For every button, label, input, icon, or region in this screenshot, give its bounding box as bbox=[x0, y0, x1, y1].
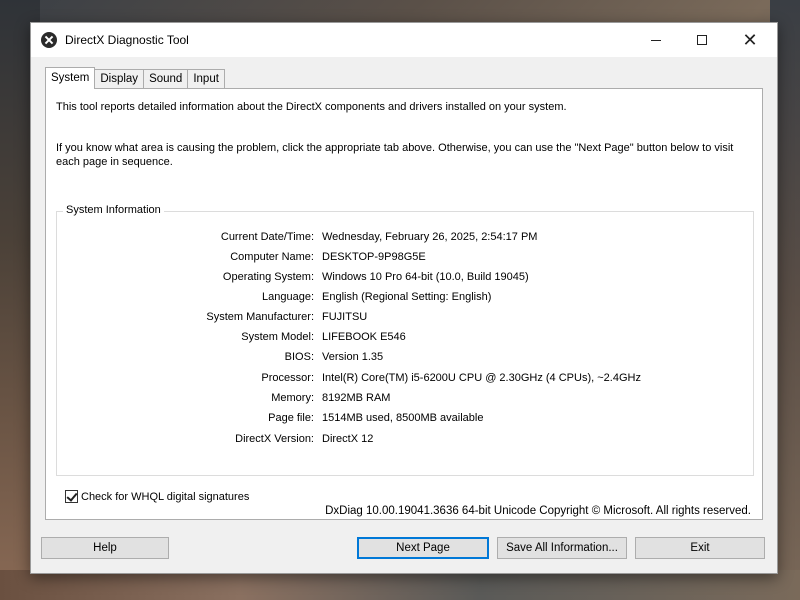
whql-checkbox-label: Check for WHQL digital signatures bbox=[81, 490, 250, 503]
info-label: DirectX Version: bbox=[235, 433, 314, 445]
copyright-text: DxDiag 10.00.19041.3636 64-bit Unicode C… bbox=[325, 505, 751, 517]
info-value: DirectX 12 bbox=[322, 433, 374, 445]
help-button[interactable]: Help bbox=[41, 537, 169, 559]
info-label: Computer Name: bbox=[230, 251, 314, 263]
desktop-background-bottom bbox=[0, 570, 800, 600]
info-label: System Model: bbox=[241, 331, 314, 343]
info-label: Processor: bbox=[261, 372, 314, 384]
info-label: Memory: bbox=[271, 392, 314, 404]
info-value: Wednesday, February 26, 2025, 2:54:17 PM bbox=[322, 231, 538, 243]
info-value: Intel(R) Core(TM) i5-6200U CPU @ 2.30GHz… bbox=[322, 372, 641, 384]
info-label: Language: bbox=[262, 291, 314, 303]
window-title: DirectX Diagnostic Tool bbox=[65, 33, 189, 47]
tab-sound[interactable]: Sound bbox=[143, 69, 189, 89]
exit-button[interactable]: Exit bbox=[635, 537, 765, 559]
info-value: 8192MB RAM bbox=[322, 392, 391, 404]
tab-system[interactable]: System bbox=[45, 67, 96, 89]
minimize-button[interactable] bbox=[633, 23, 679, 57]
info-value: 1514MB used, 8500MB available bbox=[322, 412, 484, 424]
tab-input[interactable]: Input bbox=[187, 69, 225, 89]
info-value: Version 1.35 bbox=[322, 351, 384, 363]
dxdiag-window: DirectX Diagnostic Tool ✕ System Display… bbox=[30, 22, 778, 574]
tab-display[interactable]: Display bbox=[94, 69, 145, 89]
info-value: FUJITSU bbox=[322, 311, 368, 323]
info-value: DESKTOP-9P98G5E bbox=[322, 251, 426, 263]
info-label: Current Date/Time: bbox=[220, 231, 314, 243]
info-value: LIFEBOOK E546 bbox=[322, 331, 406, 343]
next-page-button[interactable]: Next Page bbox=[357, 537, 489, 559]
whql-checkbox-row[interactable]: Check for WHQL digital signatures bbox=[65, 490, 249, 503]
info-label: BIOS: bbox=[284, 351, 314, 363]
group-label: System Information bbox=[63, 204, 164, 216]
intro-text-1: This tool reports detailed information a… bbox=[56, 101, 567, 113]
system-information-group: System Information Current Date/Time: We… bbox=[56, 204, 754, 476]
info-value: English (Regional Setting: English) bbox=[322, 291, 492, 303]
info-value: Windows 10 Pro 64-bit (10.0, Build 19045… bbox=[322, 271, 529, 283]
tab-strip: System Display Sound Input bbox=[45, 67, 225, 89]
intro-text-2: If you know what area is causing the pro… bbox=[56, 142, 734, 168]
checkmark-icon[interactable] bbox=[65, 490, 78, 503]
minimize-icon bbox=[651, 39, 661, 41]
info-label: Operating System: bbox=[222, 271, 314, 283]
info-label: Page file: bbox=[268, 412, 314, 424]
info-label: System Manufacturer: bbox=[206, 311, 314, 323]
save-all-information-button[interactable]: Save All Information... bbox=[497, 537, 627, 559]
system-tab-panel: This tool reports detailed information a… bbox=[45, 88, 763, 520]
directx-icon bbox=[41, 32, 57, 48]
close-button[interactable]: ✕ bbox=[727, 23, 773, 57]
maximize-button[interactable] bbox=[679, 23, 725, 57]
title-bar[interactable]: DirectX Diagnostic Tool ✕ bbox=[31, 23, 777, 57]
close-icon: ✕ bbox=[742, 29, 758, 50]
maximize-icon bbox=[697, 35, 707, 45]
